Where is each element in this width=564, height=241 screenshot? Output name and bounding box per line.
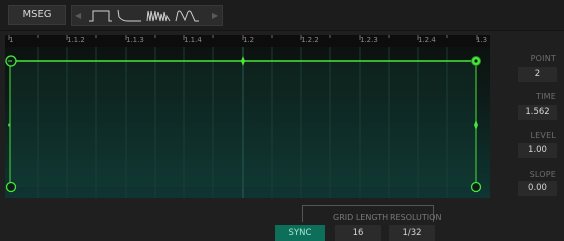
envelope-point-bottom-left[interactable] (5, 181, 17, 193)
decay-shape-icon[interactable] (116, 8, 143, 23)
square-shape-icon[interactable] (87, 8, 114, 23)
level-value[interactable]: 1.00 (518, 143, 557, 158)
resolution-value[interactable]: 1/32 (389, 225, 435, 241)
grid-length-label: GRID LENGTH (333, 213, 389, 222)
slope-label: SLOPE (529, 170, 556, 179)
sync-button[interactable]: SYNC (275, 225, 325, 241)
time-value[interactable]: 1.562 (518, 105, 557, 120)
envelope-graph[interactable]: 1 1.1.2 1.1.3 1.1.4 1.2 1.2.2 1.2.3 1.2.… (5, 35, 490, 198)
scroll-right-icon[interactable]: ▶ (212, 10, 218, 22)
time-label: TIME (535, 92, 556, 101)
shape-preset-strip: ◀ ▶ (71, 5, 223, 26)
scroll-left-icon[interactable]: ◀ (75, 10, 81, 22)
envelope-point-bottom-right[interactable] (470, 181, 482, 193)
pulse-shape-icon[interactable] (174, 8, 201, 23)
mseg-title: MSEG (8, 5, 66, 25)
noise-shape-icon[interactable] (145, 8, 172, 23)
envelope-canvas[interactable] (5, 35, 490, 198)
grid-length-value[interactable]: 16 (335, 225, 381, 241)
point-label: POINT (530, 54, 556, 63)
mseg-toolbar: MSEG ◀ ▶ (0, 0, 564, 31)
slope-value[interactable]: 0.00 (518, 181, 557, 196)
point-value[interactable]: 2 (518, 67, 557, 82)
resolution-label: RESOLUTION (390, 213, 442, 222)
level-label: LEVEL (530, 131, 556, 140)
